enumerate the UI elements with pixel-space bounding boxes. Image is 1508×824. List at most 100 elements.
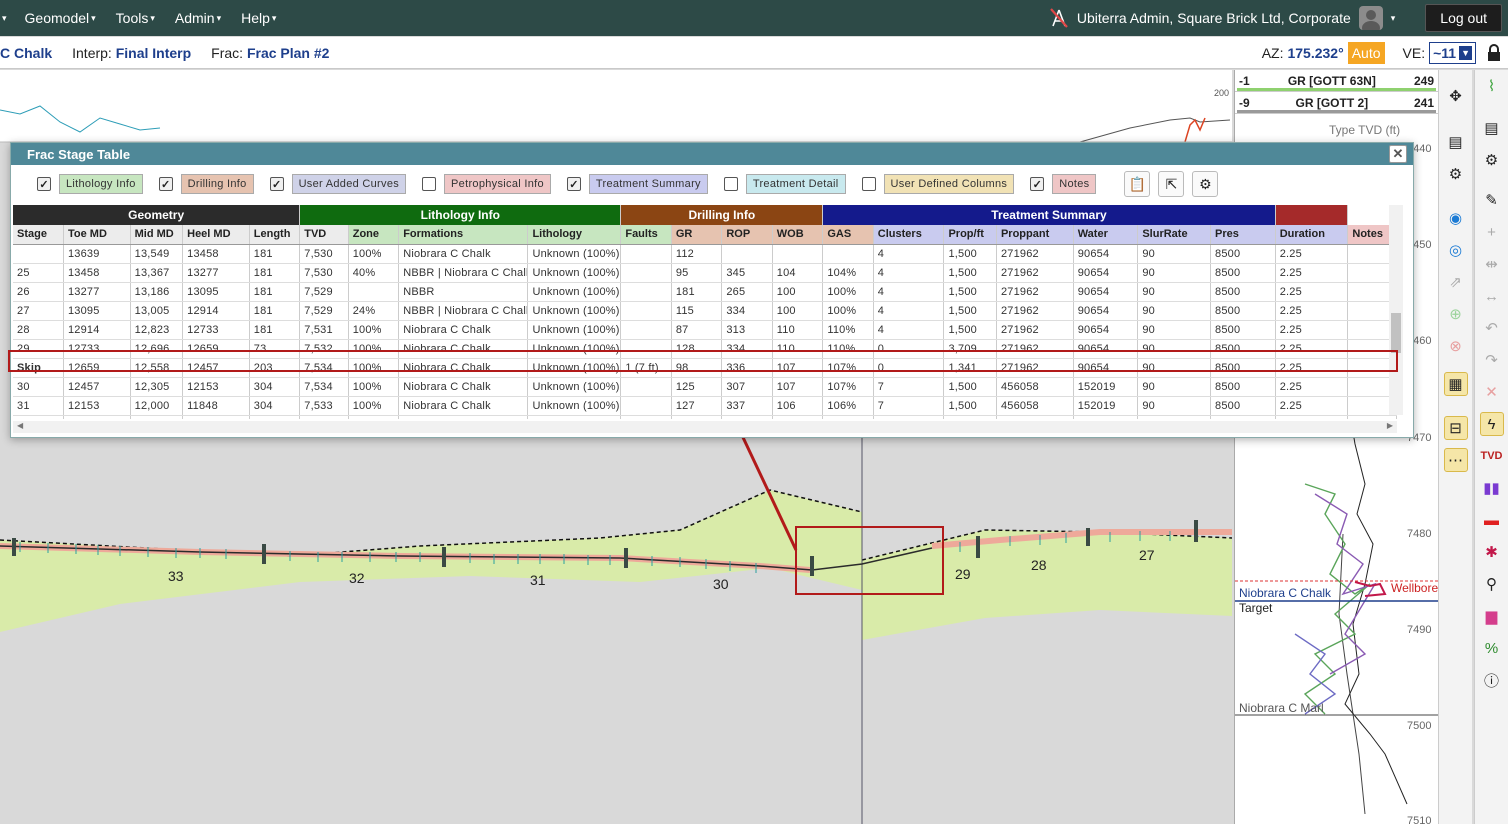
column-header-length[interactable]: Length xyxy=(249,225,301,245)
crosshair-icon[interactable]: ✥ xyxy=(1444,84,1468,108)
filter-checkbox[interactable]: ✓ xyxy=(158,177,173,191)
info-icon[interactable]: ⓘ xyxy=(1480,668,1504,692)
tvd-icon[interactable]: TVD xyxy=(1480,444,1504,468)
column-header-gr[interactable]: GR xyxy=(671,225,723,245)
column-header-clusters[interactable]: Clusters xyxy=(873,225,945,245)
redo-icon[interactable]: ↷ xyxy=(1480,348,1504,372)
column-header-proppant[interactable]: Proppant xyxy=(996,225,1074,245)
column-header-heel-md[interactable]: Heel MD xyxy=(182,225,250,245)
menu-tools[interactable]: Tools ▾ xyxy=(106,10,165,26)
column-header-water[interactable]: Water xyxy=(1073,225,1139,245)
delete-icon[interactable]: ✕ xyxy=(1480,380,1504,404)
filter-user-defined-columns[interactable]: User Defined Columns xyxy=(861,174,1015,194)
column-header-faults[interactable]: Faults xyxy=(620,225,672,245)
percent-icon[interactable]: % xyxy=(1480,636,1504,660)
add-icon[interactable]: ⊕ xyxy=(1444,302,1468,326)
color-bars-icon[interactable]: ▮▮ xyxy=(1480,476,1504,500)
table-row[interactable]: 27 13095 13,005 12914 181 7,529 24% NBBR | Niob… xyxy=(13,301,1397,321)
column-header-formations[interactable]: Formations xyxy=(398,225,529,245)
column-header-slurrate[interactable]: SlurRate xyxy=(1137,225,1212,245)
scroll-left-icon[interactable]: ◀ xyxy=(17,421,23,430)
column-header-zone[interactable]: Zone xyxy=(348,225,400,245)
filter-petrophysical-info[interactable]: Petrophysical Info xyxy=(422,174,551,194)
column-header-pres[interactable]: Pres xyxy=(1210,225,1276,245)
column-header-stage[interactable]: Stage xyxy=(13,225,64,245)
vertical-scrollbar[interactable] xyxy=(1389,205,1403,415)
horizon-icon[interactable]: ⌇ xyxy=(1480,74,1504,98)
compass-icon[interactable]: ◎ xyxy=(1444,238,1468,262)
table-row[interactable]: 26 13277 13,186 13095 181 7,529 NBBR Unknown (1… xyxy=(13,282,1397,302)
filter-checkbox[interactable]: ✓ xyxy=(566,177,581,191)
table-row[interactable]: 13639 13,549 13458 181 7,530 100% Niobrara C C… xyxy=(13,244,1397,264)
table-icon[interactable]: ▦ xyxy=(1443,372,1468,396)
filter-checkbox[interactable] xyxy=(422,177,437,191)
user-menu[interactable]: Ubiterra Admin, Square Brick Ltd, Corpor… xyxy=(1049,6,1395,30)
filter-lithology-info[interactable]: ✓ Lithology Info xyxy=(37,174,143,194)
table-row[interactable]: 30 12457 12,305 12153 304 7,534 100% Niobrara C… xyxy=(13,377,1397,397)
filter-notes[interactable]: ✓ Notes xyxy=(1030,174,1097,194)
scroll-thumb[interactable] xyxy=(1391,313,1401,353)
menu-geomodel[interactable]: Geomodel ▾ xyxy=(7,10,106,26)
red-block-icon[interactable]: ▬ xyxy=(1480,508,1504,532)
column-header-wob[interactable]: WOB xyxy=(772,225,824,245)
frac-value[interactable]: Frac Plan #2 xyxy=(247,45,330,61)
plus-icon[interactable]: + xyxy=(1480,220,1504,244)
column-header-prop-ft[interactable]: Prop/ft xyxy=(943,225,997,245)
column-header-mid-md[interactable]: Mid MD xyxy=(130,225,184,245)
move-icon[interactable]: ↔ xyxy=(1480,284,1504,308)
table-row[interactable]: 25 13458 13,367 13277 181 7,530 40% NBBR | Niob… xyxy=(13,263,1397,283)
column-header-rop[interactable]: ROP xyxy=(721,225,773,245)
fault-icon[interactable]: ϟ xyxy=(1479,412,1504,436)
chart-icon[interactable]: ◉ xyxy=(1444,206,1468,230)
scroll-right-icon[interactable]: ▶ xyxy=(1387,421,1393,430)
stage-dots-icon[interactable]: ⋯ xyxy=(1443,448,1468,472)
menu-admin[interactable]: Admin ▾ xyxy=(165,10,231,26)
clipboard-icon[interactable]: 📋 xyxy=(1124,171,1151,197)
avatar[interactable] xyxy=(1358,6,1383,30)
filter-checkbox[interactable] xyxy=(723,177,738,191)
document-icon[interactable]: ▤ xyxy=(1444,130,1468,154)
palette-icon[interactable]: ✱ xyxy=(1480,540,1504,564)
column-header-duration[interactable]: Duration xyxy=(1275,225,1349,245)
filter-checkbox[interactable]: ✓ xyxy=(269,177,284,191)
column-header-lithology[interactable]: Lithology xyxy=(527,225,622,245)
filter-user-added-curves[interactable]: ✓ User Added Curves xyxy=(269,174,407,194)
split-icon[interactable]: ⇹ xyxy=(1480,252,1504,276)
column-header-gas[interactable]: GAS xyxy=(822,225,874,245)
gr-curve-row[interactable]: -9 GR [GOTT 2] 241 xyxy=(1235,92,1438,114)
gradient-icon[interactable]: ▆ xyxy=(1480,604,1504,628)
export-icon[interactable]: ⇱ xyxy=(1158,171,1185,197)
filter-checkbox[interactable]: ✓ xyxy=(37,177,51,191)
search-icon[interactable]: ⚲ xyxy=(1480,572,1504,596)
logout-button[interactable]: Log out xyxy=(1425,4,1502,32)
ve-select[interactable]: ~11 ▼ xyxy=(1429,42,1476,64)
dialog-title-bar[interactable]: Frac Stage Table ✕ xyxy=(11,143,1413,165)
chevron-down-icon[interactable]: ▾ xyxy=(1391,13,1396,24)
column-header-toe-md[interactable]: Toe MD xyxy=(63,225,131,245)
column-header-tvd[interactable]: TVD xyxy=(299,225,349,245)
gear-icon[interactable]: ⚙ xyxy=(1480,148,1504,172)
frac-stage-icon[interactable]: ⊟ xyxy=(1443,416,1468,440)
gear-icon[interactable]: ⚙ xyxy=(1444,162,1468,186)
auto-button[interactable]: Auto xyxy=(1347,42,1385,64)
filter-treatment-detail[interactable]: Treatment Detail xyxy=(723,174,846,194)
table-row[interactable]: 31 12153 12,000 11848 304 7,533 100% Niobrara C… xyxy=(13,396,1397,416)
close-icon[interactable]: ✕ xyxy=(1389,145,1407,163)
table-row[interactable]: 321184811,696115443047,533100%Niobrara C… xyxy=(13,415,1397,419)
gr-curve-row[interactable]: -1 GR [GOTT 63N] 249 xyxy=(1235,70,1438,92)
filter-drilling-info[interactable]: ✓ Drilling Info xyxy=(158,174,254,194)
pencil-icon[interactable]: ✎ xyxy=(1480,188,1504,212)
remove-icon[interactable]: ⊗ xyxy=(1444,334,1468,358)
document-icon[interactable]: ▤ xyxy=(1480,116,1504,140)
filter-treatment-summary[interactable]: ✓ Treatment Summary xyxy=(566,174,708,194)
lock-icon[interactable] xyxy=(1480,44,1508,62)
filter-checkbox[interactable]: ✓ xyxy=(1030,177,1045,191)
gear-icon[interactable]: ⚙ xyxy=(1192,171,1219,197)
undo-icon[interactable]: ↶ xyxy=(1480,316,1504,340)
menu-help[interactable]: Help ▾ xyxy=(231,10,286,26)
external-link-icon[interactable]: ⇗ xyxy=(1444,270,1468,294)
horizontal-scrollbar[interactable]: ◀ ▶ xyxy=(13,421,1397,433)
filter-checkbox[interactable] xyxy=(861,177,876,191)
table-row[interactable]: 28 12914 12,823 12733 181 7,531 100% Niobrara C… xyxy=(13,320,1397,340)
interp-value[interactable]: Final Interp xyxy=(116,45,191,61)
